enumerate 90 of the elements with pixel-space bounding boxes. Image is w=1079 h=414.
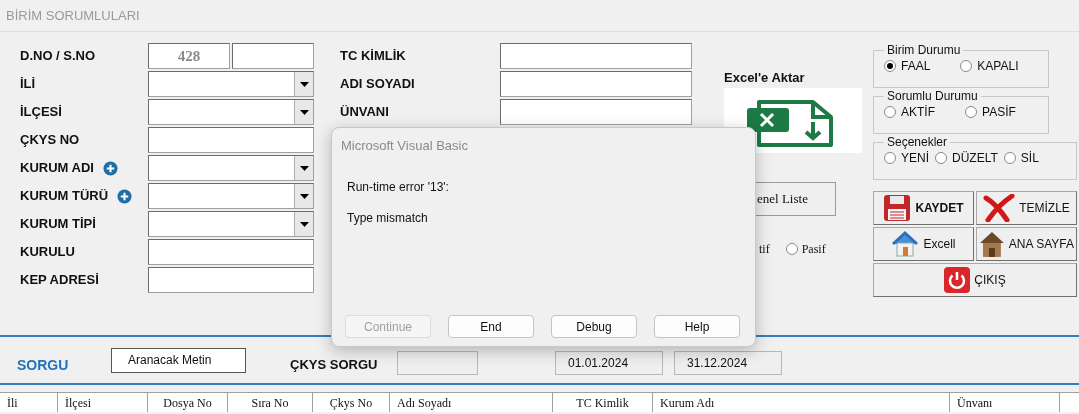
power-icon bbox=[944, 267, 971, 293]
field-label: ADI SOYADI bbox=[340, 75, 416, 94]
field-label: KURUM ADI bbox=[20, 159, 94, 178]
input-field[interactable] bbox=[500, 71, 692, 97]
error-message: Run-time error '13': bbox=[347, 179, 450, 196]
radio-label: Pasif bbox=[801, 241, 826, 258]
radio-button[interactable] bbox=[935, 152, 947, 164]
radio-button[interactable] bbox=[1003, 152, 1016, 164]
combo-box[interactable] bbox=[148, 183, 314, 209]
column-header[interactable]: Dosya No bbox=[148, 393, 228, 412]
field-label: KURUM TİPİ bbox=[20, 215, 96, 234]
field-label: İLÇESİ bbox=[20, 103, 62, 122]
caret-icon bbox=[299, 221, 309, 227]
field-label: İLİ bbox=[20, 75, 36, 94]
input-field[interactable] bbox=[500, 99, 692, 125]
caret-icon bbox=[299, 81, 309, 87]
input-field[interactable] bbox=[148, 239, 314, 265]
error-detail: Type mismatch bbox=[347, 210, 429, 227]
field-label: KEP ADRESİ bbox=[20, 271, 99, 290]
radio-button[interactable] bbox=[960, 60, 973, 72]
dropdown-button[interactable] bbox=[294, 100, 313, 124]
radio-button[interactable] bbox=[884, 152, 896, 164]
combo-box[interactable] bbox=[148, 211, 314, 237]
action-button[interactable]: TEMİZLE bbox=[976, 191, 1077, 225]
list-button[interactable]: enel Liste bbox=[756, 182, 836, 216]
column-header[interactable]: Adı Soyadı bbox=[390, 393, 553, 412]
radio-button[interactable] bbox=[884, 60, 896, 72]
group-title: Sorumlu Durumu bbox=[886, 90, 979, 103]
house-icon bbox=[891, 230, 920, 258]
add-icon[interactable] bbox=[102, 160, 118, 176]
start-date-field[interactable]: 01.01.2024 bbox=[555, 351, 663, 375]
hut-icon bbox=[979, 230, 1005, 258]
group-title: Birim Durumu bbox=[886, 44, 962, 57]
radio-label: AKTİF bbox=[901, 104, 935, 121]
export-title: Excel'e Aktar bbox=[724, 70, 806, 86]
field-label: ÇKYS SORGU bbox=[290, 356, 379, 375]
dialog-button[interactable]: Help bbox=[654, 315, 740, 338]
dropdown-button[interactable] bbox=[294, 72, 313, 96]
dropdown-button[interactable] bbox=[294, 156, 313, 180]
radio-label: tif bbox=[759, 241, 770, 258]
field-label: D.NO / S.NO bbox=[20, 47, 96, 66]
group-title: Seçenekler bbox=[886, 136, 949, 149]
dropdown-button[interactable] bbox=[294, 184, 313, 208]
column-header[interactable]: Kurum Adı bbox=[653, 393, 950, 412]
caret-icon bbox=[299, 193, 309, 199]
column-header[interactable]: Ünvanı bbox=[950, 393, 1060, 412]
field-label: TC KİMLİK bbox=[340, 47, 407, 66]
action-button[interactable]: ÇIKIŞ bbox=[873, 263, 1077, 297]
field-label: KURUM TÜRÜ bbox=[20, 187, 109, 206]
column-header[interactable]: İli bbox=[0, 393, 58, 412]
column-header[interactable]: TC Kimlik bbox=[553, 393, 653, 412]
action-button[interactable]: Excell bbox=[873, 227, 974, 261]
input-field[interactable] bbox=[500, 43, 692, 69]
radio-label: PASİF bbox=[982, 104, 1016, 121]
search-field[interactable]: Aranacak Metin bbox=[111, 347, 246, 373]
dialog-button[interactable]: End bbox=[448, 315, 534, 338]
radio-label: DÜZELT bbox=[952, 150, 998, 167]
combo-box[interactable] bbox=[148, 155, 314, 181]
column-header[interactable]: Sıra No bbox=[228, 393, 313, 412]
radio-button[interactable] bbox=[884, 106, 896, 118]
column-header[interactable]: İlçesi bbox=[58, 393, 148, 412]
dialog-button[interactable]: Debug bbox=[551, 315, 637, 338]
combo-box[interactable] bbox=[148, 99, 314, 125]
input-field[interactable] bbox=[148, 127, 314, 153]
caret-icon bbox=[299, 165, 309, 171]
action-button[interactable]: ANA SAYFA bbox=[976, 227, 1077, 261]
search-title: SORGU bbox=[17, 355, 70, 375]
radio-label: YENİ bbox=[901, 150, 929, 167]
add-icon[interactable] bbox=[117, 188, 133, 204]
column-header[interactable]: Çkys No bbox=[313, 393, 390, 412]
field-label: ÜNVANI bbox=[340, 103, 390, 122]
action-button[interactable]: KAYDET bbox=[873, 191, 974, 225]
input-field[interactable] bbox=[397, 351, 478, 375]
sequence-number-field[interactable] bbox=[232, 43, 314, 69]
radio-button[interactable] bbox=[965, 106, 977, 118]
field-label: ÇKYS NO bbox=[20, 131, 80, 150]
excel-export-button[interactable] bbox=[724, 88, 862, 153]
dialog-title: Microsoft Visual Basic bbox=[341, 137, 468, 156]
caret-icon bbox=[299, 109, 309, 115]
cross-icon bbox=[983, 194, 1016, 222]
combo-box[interactable] bbox=[148, 71, 314, 97]
field-label: KURULU bbox=[20, 243, 75, 262]
dropdown-button[interactable] bbox=[294, 212, 313, 236]
radio-button[interactable] bbox=[785, 243, 798, 255]
input-field[interactable] bbox=[148, 267, 314, 293]
radio-label: SİL bbox=[1020, 150, 1039, 167]
radio-label: FAAL bbox=[901, 58, 931, 75]
window-title: BİRİM SORUMLULARI bbox=[6, 6, 140, 25]
radio-label: KAPALI bbox=[977, 58, 1019, 75]
end-date-field[interactable]: 31.12.2024 bbox=[674, 351, 782, 375]
